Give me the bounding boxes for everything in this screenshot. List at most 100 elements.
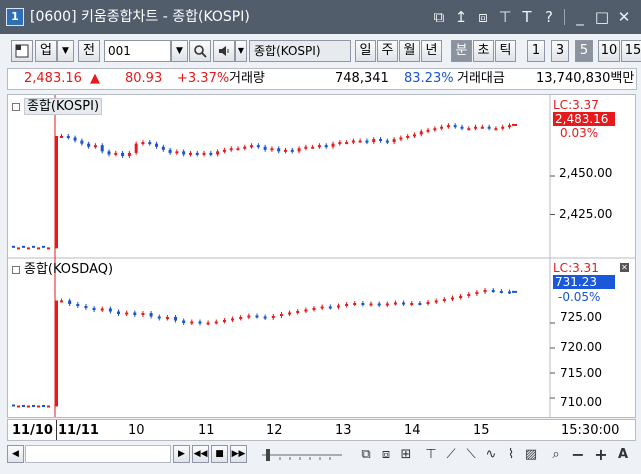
candle <box>17 247 20 250</box>
trend-tool-icon[interactable]: ⟍ <box>462 446 480 464</box>
candle <box>12 245 15 248</box>
text-icon[interactable]: T <box>518 7 536 27</box>
candle <box>182 320 186 323</box>
candle <box>141 313 145 315</box>
candle <box>297 148 301 152</box>
candle <box>174 317 178 321</box>
candle <box>377 303 381 306</box>
period-button-month[interactable]: 월 <box>399 40 420 62</box>
candle <box>499 291 503 293</box>
candle <box>410 303 414 305</box>
scroll-track[interactable] <box>25 445 171 463</box>
pane-toggle-icon[interactable] <box>12 265 20 274</box>
rewind-icon[interactable]: ◀◀ <box>192 445 209 463</box>
candle <box>250 145 254 148</box>
date-divider <box>56 420 57 440</box>
interval-button-10[interactable]: 10 <box>598 40 620 62</box>
chart-area[interactable]: 종합(KOSPI) LC:3.37 2,483.16 0.03% 2,450.0… <box>7 94 636 418</box>
wave-tool-icon[interactable]: ∿ <box>482 446 500 464</box>
stop-icon[interactable]: ■ <box>211 445 228 463</box>
candle <box>491 290 495 292</box>
candle <box>501 126 505 129</box>
candle <box>42 245 45 248</box>
chart-window: 1 [0600] 키움종합차트 - 종합(KOSPI) ⧉ ↥ ⧈ ⊤ T ? … <box>0 0 641 474</box>
zoom-in-icon[interactable]: + <box>592 446 610 464</box>
period-button-minute[interactable]: 분 <box>451 40 472 62</box>
help-icon[interactable]: ? <box>540 7 558 27</box>
candle <box>17 405 20 408</box>
market-select[interactable]: 업 <box>35 40 57 62</box>
maximize-icon[interactable]: □ <box>593 7 611 27</box>
search-icon[interactable] <box>189 40 211 62</box>
candle <box>328 306 332 309</box>
chart-canvas[interactable] <box>8 95 635 417</box>
window-copy-icon[interactable]: ⧈ <box>474 7 492 27</box>
candle <box>256 145 260 148</box>
zoom-out-icon[interactable]: − <box>569 446 587 464</box>
amount-label: 거래대금 <box>457 71 505 86</box>
link-icon[interactable]: ⧉ <box>430 7 448 27</box>
zoom-slider[interactable] <box>260 449 342 461</box>
title-bar[interactable]: 1 [0600] 키움종합차트 - 종합(KOSPI) ⧉ ↥ ⧈ ⊤ T ? … <box>0 0 641 34</box>
interval-button-15[interactable]: 15 <box>621 40 641 62</box>
period-button-day[interactable]: 일 <box>355 40 376 62</box>
scroll-right-icon[interactable]: ▶ <box>173 445 190 463</box>
candle <box>27 247 30 250</box>
candle <box>216 151 220 155</box>
period-button-year[interactable]: 년 <box>421 40 442 62</box>
candle <box>222 149 226 152</box>
candle <box>42 405 45 407</box>
x-tick-label: 13 <box>335 423 352 438</box>
sound-icon[interactable] <box>213 40 235 62</box>
candle <box>284 149 287 152</box>
close-pane-icon[interactable]: ✕ <box>620 263 629 272</box>
overlay-icon[interactable]: ⧈ <box>377 446 395 464</box>
period-button-tick[interactable]: 틱 <box>495 40 516 62</box>
interval-button-5[interactable]: 5 <box>575 40 593 62</box>
period-button-second[interactable]: 초 <box>473 40 494 62</box>
market-dropdown-icon[interactable]: ▼ <box>57 40 74 62</box>
candle <box>442 299 446 301</box>
candle <box>68 300 72 304</box>
chart-type-icon[interactable]: ⌇ <box>502 446 520 464</box>
candle <box>345 304 349 306</box>
line-tool-icon[interactable]: ⟋ <box>442 446 460 464</box>
minimize-icon[interactable]: _ <box>571 7 589 27</box>
code-dropdown-icon[interactable]: ▼ <box>171 40 188 62</box>
candle <box>84 306 88 308</box>
up-arrow-icon: ▲ <box>90 71 100 86</box>
fit-icon[interactable]: ⧉ <box>357 446 375 464</box>
candle <box>37 405 40 408</box>
interval-button-1[interactable]: 1 <box>527 40 545 62</box>
pane-toggle-icon[interactable] <box>12 102 20 111</box>
candle <box>446 125 450 128</box>
sound-dropdown-icon[interactable]: ▼ <box>235 40 247 62</box>
all-button[interactable]: 전 <box>78 40 100 62</box>
window-title: [0600] 키움종합차트 - 종합(KOSPI) <box>30 9 250 25</box>
candle <box>182 151 186 155</box>
auto-scale-icon[interactable]: A <box>614 446 632 464</box>
candle <box>412 134 416 137</box>
candle <box>32 245 35 248</box>
period-button-week[interactable]: 주 <box>377 40 398 62</box>
candle <box>195 152 199 155</box>
interval-button-3[interactable]: 3 <box>551 40 569 62</box>
pane-label-kospi: 종합(KOSPI) <box>12 98 103 116</box>
scroll-left-icon[interactable]: ◀ <box>7 445 24 463</box>
image-icon[interactable]: ▨ <box>522 446 540 464</box>
layout-icon[interactable] <box>11 40 33 62</box>
candle <box>487 126 491 129</box>
candle <box>399 137 403 140</box>
close-icon[interactable]: ✕ <box>615 7 633 27</box>
candle <box>168 149 172 153</box>
cursor-icon[interactable]: ⊤ <box>422 446 440 464</box>
fast-forward-icon[interactable]: ▶▶ <box>230 445 247 463</box>
candle <box>22 245 25 248</box>
grid-icon[interactable]: ⊞ <box>397 446 415 464</box>
candle <box>161 146 165 150</box>
zoom-search-icon[interactable]: ⌕ <box>547 446 565 464</box>
candle <box>483 290 487 292</box>
pin-top-icon[interactable]: ↥ <box>452 7 470 27</box>
code-input[interactable]: 001 <box>104 40 171 62</box>
ticker-icon[interactable]: ⊤ <box>496 7 514 27</box>
